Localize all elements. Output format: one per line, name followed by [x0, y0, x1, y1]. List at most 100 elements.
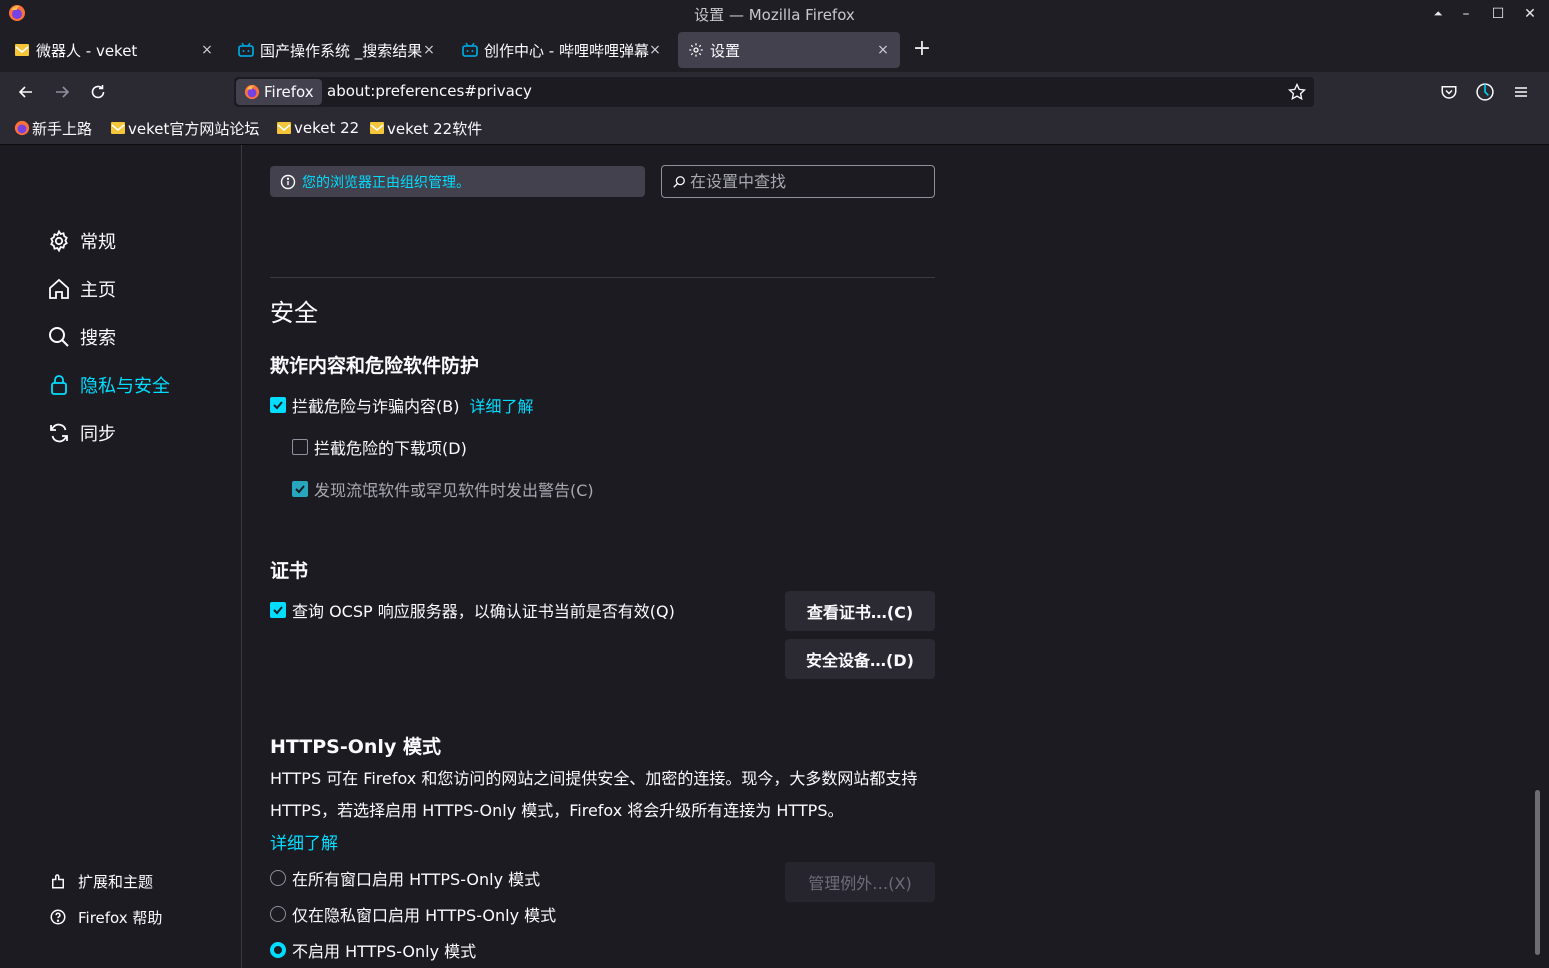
category-privacy[interactable]: 隐私与安全	[46, 370, 170, 400]
identity-box[interactable]: Firefox	[236, 79, 322, 105]
tab-veket[interactable]: 微器人 - veket ×	[4, 32, 224, 68]
warn-unwanted-checkbox[interactable]	[292, 481, 308, 497]
category-sync[interactable]: 同步	[46, 418, 116, 448]
pocket-icon	[1441, 86, 1457, 99]
lock-icon	[46, 372, 72, 398]
gear-icon	[688, 42, 704, 58]
checkmark-icon	[295, 485, 305, 494]
pocket-button[interactable]	[1435, 78, 1463, 106]
block-dangerous-checkbox[interactable]	[270, 397, 286, 413]
bilibili-favicon-icon	[462, 42, 478, 58]
radio-label: 不启用 HTTPS-Only 模式	[292, 942, 477, 961]
block-downloads-row[interactable]: 拦截危险的下载项(D)	[292, 435, 467, 459]
bookmark-item[interactable]: veket 22软件	[369, 118, 482, 138]
category-general[interactable]: 常规	[46, 226, 116, 256]
arrow-left-icon	[18, 86, 32, 98]
addons-link[interactable]: 扩展和主题	[48, 869, 153, 893]
section-divider	[270, 277, 935, 278]
fraud-protection-heading: 欺诈内容和危险软件防护	[270, 355, 480, 377]
search-input[interactable]	[690, 172, 920, 191]
https-learn-more-link[interactable]: 详细了解	[270, 829, 338, 854]
radio-button[interactable]	[270, 870, 286, 886]
tab-close-icon[interactable]: ×	[646, 41, 664, 59]
bookmark-label: veket 22软件	[387, 119, 483, 138]
radio-label: 仅在隐私窗口启用 HTTPS-Only 模式	[292, 906, 557, 925]
tab-label: 创作中心 - 哔哩哔哩弹幕	[484, 41, 649, 60]
tab-close-icon[interactable]: ×	[874, 41, 892, 59]
block-dangerous-row[interactable]: 拦截危险与诈骗内容(B) 详细了解	[270, 393, 533, 417]
category-search[interactable]: 搜索	[46, 322, 116, 352]
gear-icon	[46, 228, 72, 254]
app-menu-button[interactable]	[1507, 78, 1535, 106]
security-devices-button[interactable]: 安全设备…(D)	[785, 639, 935, 679]
help-icon	[48, 907, 68, 927]
veket-favicon-icon	[277, 122, 291, 134]
identity-label: Firefox	[264, 83, 314, 101]
category-home[interactable]: 主页	[46, 274, 116, 304]
firefox-favicon-icon	[14, 120, 30, 136]
warn-unwanted-label: 发现流氓软件或罕见软件时发出警告(C)	[314, 481, 594, 500]
navigation-toolbar: Firefox about:preferences#privacy	[0, 72, 1549, 112]
tab-strip: 微器人 - veket × 国产操作系统 _搜索结果 × 创作中心 - 哔哩哔哩…	[0, 28, 1549, 72]
ocsp-label: 查询 OCSP 响应服务器，以确认证书当前是否有效(Q)	[292, 602, 675, 621]
bookmark-item[interactable]: veket官方网站论坛	[110, 118, 259, 138]
ocsp-row[interactable]: 查询 OCSP 响应服务器，以确认证书当前是否有效(Q)	[270, 598, 675, 622]
block-downloads-label: 拦截危险的下载项(D)	[314, 439, 467, 458]
veket-favicon-icon	[14, 42, 30, 58]
maximize-button[interactable]: ☐	[1487, 3, 1509, 25]
tab-close-icon[interactable]: ×	[198, 41, 216, 59]
manage-exceptions-button[interactable]: 管理例外…(X)	[785, 862, 935, 902]
certificates-heading: 证书	[270, 560, 309, 582]
policy-notice-text: 您的浏览器正由组织管理。	[302, 174, 470, 191]
view-certificates-button[interactable]: 查看证书…(C)	[785, 591, 935, 631]
bookmark-label: veket 22	[294, 119, 360, 137]
firefox-icon	[244, 84, 260, 100]
https-all-windows-option[interactable]: 在所有窗口启用 HTTPS-Only 模式	[270, 866, 540, 890]
bookmark-item[interactable]: 新手上路	[14, 118, 92, 138]
window-up-button[interactable]: ⏶	[1427, 3, 1449, 25]
minimize-button[interactable]: –	[1455, 3, 1477, 25]
bookmark-star-button[interactable]	[1286, 81, 1308, 103]
settings-search[interactable]	[661, 165, 935, 198]
url-text[interactable]: about:preferences#privacy	[327, 82, 532, 100]
tab-label: 设置	[710, 41, 741, 60]
tab-settings[interactable]: 设置 ×	[678, 32, 900, 68]
ocsp-checkbox[interactable]	[270, 602, 286, 618]
info-icon	[280, 174, 296, 189]
close-window-button[interactable]: ✕	[1519, 3, 1541, 25]
security-heading: 安全	[270, 299, 318, 327]
policy-notice[interactable]: 您的浏览器正由组织管理。	[270, 166, 645, 197]
categories-sidebar: 常规 主页 搜索 隐私与安全 同步 扩展和主题 Firefox 帮助	[0, 145, 242, 968]
category-label: 隐私与安全	[80, 376, 170, 397]
bookmark-item[interactable]: veket 22	[276, 118, 359, 138]
back-button[interactable]	[12, 78, 40, 106]
scrollbar-thumb[interactable]	[1535, 790, 1540, 955]
veket-favicon-icon	[370, 122, 384, 134]
tab-creator-center[interactable]: 创作中心 - 哔哩哔哩弹幕 ×	[452, 32, 672, 68]
tab-close-icon[interactable]: ×	[420, 41, 438, 59]
window-title: 设置 — Mozilla Firefox	[694, 6, 855, 24]
block-downloads-checkbox[interactable]	[292, 439, 308, 455]
checkmark-icon	[273, 606, 283, 615]
url-bar[interactable]: Firefox about:preferences#privacy	[234, 77, 1314, 107]
preferences-page: 常规 主页 搜索 隐私与安全 同步 扩展和主题 Firefox 帮助 您的浏览器…	[0, 145, 1549, 968]
forward-button[interactable]	[48, 78, 76, 106]
help-label: Firefox 帮助	[78, 908, 163, 927]
veket-favicon-icon	[111, 122, 125, 134]
reload-button[interactable]	[84, 78, 112, 106]
https-private-only-option[interactable]: 仅在隐私窗口启用 HTTPS-Only 模式	[270, 902, 556, 926]
radio-label: 在所有窗口启用 HTTPS-Only 模式	[292, 870, 541, 889]
category-label: 搜索	[80, 328, 116, 349]
https-only-description: HTTPS 可在 Firefox 和您访问的网站之间提供安全、加密的连接。现今，…	[270, 769, 918, 820]
https-disabled-option[interactable]: 不启用 HTTPS-Only 模式	[270, 938, 476, 962]
warn-unwanted-row[interactable]: 发现流氓软件或罕见软件时发出警告(C)	[292, 477, 594, 501]
tab-search-results[interactable]: 国产操作系统 _搜索结果 ×	[228, 32, 446, 68]
search-icon	[673, 175, 685, 188]
radio-button[interactable]	[270, 906, 286, 922]
radio-button-selected[interactable]	[270, 942, 286, 958]
new-tab-button[interactable]: +	[910, 35, 934, 63]
account-button[interactable]	[1471, 78, 1499, 106]
learn-more-link[interactable]: 详细了解	[469, 393, 533, 417]
help-link[interactable]: Firefox 帮助	[48, 905, 162, 929]
title-bar: 设置 — Mozilla Firefox ⏶ – ☐ ✕	[0, 0, 1549, 28]
